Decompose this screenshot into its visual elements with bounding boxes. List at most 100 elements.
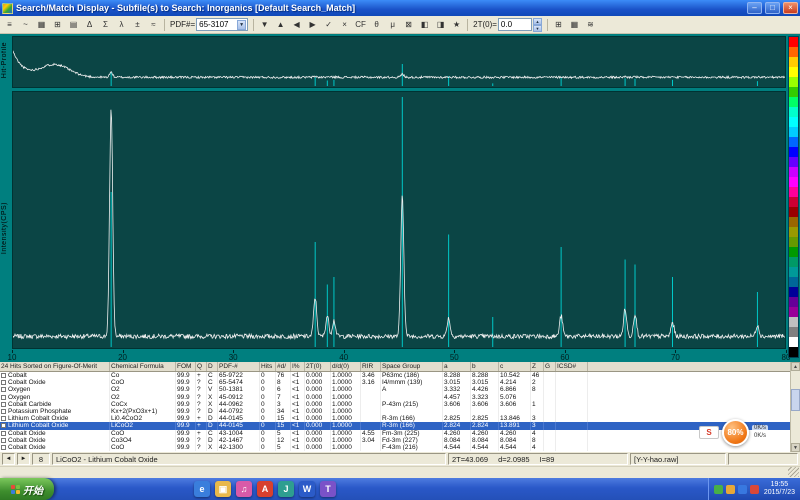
tray-icon-network[interactable] bbox=[737, 484, 747, 494]
intensity-panel[interactable] bbox=[12, 91, 786, 349]
accelerator-ball[interactable]: 80% bbox=[721, 419, 749, 446]
row-checkbox[interactable] bbox=[1, 409, 6, 415]
tray-icon-antivirus[interactable] bbox=[713, 484, 723, 494]
color-swatch[interactable] bbox=[789, 287, 798, 297]
color-swatch[interactable] bbox=[789, 167, 798, 177]
color-swatch[interactable] bbox=[789, 47, 798, 57]
close-button[interactable]: × bbox=[783, 2, 798, 14]
color-swatch[interactable] bbox=[789, 277, 798, 287]
column-header-q[interactable]: Q bbox=[196, 362, 207, 371]
table-row[interactable]: Cobalt Co 99.9 + C 65-9722 0 76 <1 0.000 1.0000 3.4… bbox=[0, 372, 790, 380]
row-checkbox[interactable] bbox=[1, 401, 6, 407]
column-header-g[interactable]: G bbox=[544, 362, 556, 371]
row-checkbox[interactable] bbox=[1, 394, 6, 400]
column-header-t0[interactable]: 2T(0) bbox=[305, 362, 331, 371]
column-header-icsd[interactable]: ICSD# bbox=[556, 362, 588, 371]
color-swatch[interactable] bbox=[789, 337, 798, 347]
color-swatch[interactable] bbox=[789, 187, 798, 197]
toolbar-offset-button[interactable]: ± bbox=[130, 17, 145, 32]
color-swatch[interactable] bbox=[789, 107, 798, 117]
toolbar-move-down-button[interactable]: ▼ bbox=[257, 17, 273, 32]
color-swatch[interactable] bbox=[789, 347, 798, 357]
color-swatch[interactable] bbox=[789, 37, 798, 47]
table-row[interactable]: Cobalt Oxide CoO 99.9? X 42-1300 0 5 <1 0.000 1.0… bbox=[0, 443, 790, 452]
toolbar-table-view-button[interactable]: ▦ bbox=[566, 17, 582, 32]
color-swatch[interactable] bbox=[789, 217, 798, 227]
toolbar-menu-button[interactable]: ≡ bbox=[2, 17, 17, 32]
table-row[interactable]: Cobalt Oxide Co3O4 99.9? D 42-1467 0 12 <1 0.000… bbox=[0, 436, 790, 444]
color-swatch[interactable] bbox=[789, 137, 798, 147]
toolbar-expand-button[interactable]: ⊞ bbox=[550, 17, 566, 32]
taskbar-icon-media[interactable]: ♫ bbox=[236, 481, 252, 497]
color-swatch[interactable] bbox=[789, 227, 798, 237]
row-checkbox[interactable] bbox=[1, 430, 6, 436]
toolbar-prev-button[interactable]: ◀ bbox=[289, 17, 305, 32]
row-checkbox[interactable] bbox=[1, 416, 6, 422]
table-row[interactable]: Potassium Phosphate Kx+2(PxO3x+1) 99.9? D 44… bbox=[0, 407, 790, 416]
toolbar-theta-button[interactable]: θ bbox=[369, 17, 385, 32]
scrollbar-track[interactable] bbox=[791, 371, 800, 443]
minimize-button[interactable]: – bbox=[747, 2, 762, 14]
color-swatch[interactable] bbox=[789, 247, 798, 257]
taskbar-icon-pdf[interactable]: A bbox=[257, 481, 273, 497]
chevron-down-icon[interactable]: ▼ bbox=[237, 19, 247, 30]
column-header-nd[interactable]: #d/ bbox=[276, 362, 291, 371]
color-swatch[interactable] bbox=[789, 147, 798, 157]
tray-icon-volume[interactable] bbox=[749, 484, 759, 494]
row-checkbox[interactable] bbox=[1, 423, 6, 429]
hit-profile-panel[interactable] bbox=[12, 36, 786, 88]
toolbar-cf-button[interactable]: CF bbox=[353, 17, 369, 32]
table-row[interactable]: Cobalt Carbide CoCx 99.9? X 44-0962 0 3 <1 0.000… bbox=[0, 400, 790, 408]
column-header-a[interactable]: a bbox=[443, 362, 471, 371]
toolbar-left-pane-button[interactable]: ◧ bbox=[417, 17, 433, 32]
tray-icon-updater[interactable] bbox=[725, 484, 735, 494]
color-swatch[interactable] bbox=[789, 317, 798, 327]
color-swatch[interactable] bbox=[789, 127, 798, 137]
toolbar-accept-button[interactable]: ✓ bbox=[321, 17, 337, 32]
toolbar-favorite-button[interactable]: ★ bbox=[449, 17, 465, 32]
table-row[interactable]: Cobalt Oxide CoO 99.9 + C 43-1004 0 5 <1 0.000 1.0… bbox=[0, 429, 790, 437]
column-header-sg[interactable]: Space Group bbox=[381, 362, 443, 371]
taskbar-icon-jade[interactable]: J bbox=[278, 481, 294, 497]
toolbar-delta-button[interactable]: Δ bbox=[82, 17, 97, 32]
toolbar-move-up-button[interactable]: ▲ bbox=[273, 17, 289, 32]
color-swatch[interactable] bbox=[789, 97, 798, 107]
spinner-down-icon[interactable]: ▼ bbox=[532, 25, 542, 32]
taskbar-icon-folder[interactable]: ▣ bbox=[215, 481, 231, 497]
column-header-ipct[interactable]: I% bbox=[291, 362, 305, 371]
color-swatch[interactable] bbox=[789, 77, 798, 87]
toolbar-overlay-button[interactable]: ▦ bbox=[34, 17, 49, 32]
toolbar-smooth-button[interactable]: ≈ bbox=[146, 17, 161, 32]
resize-grip[interactable] bbox=[788, 467, 799, 477]
row-checkbox[interactable] bbox=[1, 437, 6, 443]
column-header-rir[interactable]: RIR bbox=[361, 362, 381, 371]
toolbar-lambda-button[interactable]: λ bbox=[114, 17, 129, 32]
column-header-b[interactable]: b bbox=[471, 362, 499, 371]
color-swatch[interactable] bbox=[789, 267, 798, 277]
prev-hit-button[interactable]: ◄ bbox=[2, 453, 15, 465]
row-checkbox[interactable] bbox=[1, 444, 6, 450]
color-swatch[interactable] bbox=[789, 197, 798, 207]
color-swatch[interactable] bbox=[789, 117, 798, 127]
column-header-name[interactable]: 24 Hits Sorted on Figure-Of-Merit bbox=[0, 362, 110, 371]
row-checkbox[interactable] bbox=[1, 387, 6, 393]
toolbar-stack-view-button[interactable]: ≋ bbox=[582, 17, 598, 32]
color-swatch[interactable] bbox=[789, 57, 798, 67]
next-hit-button[interactable]: ► bbox=[17, 453, 30, 465]
table-row[interactable]: Lithium Cobalt Oxide LiCoO2 99.9 + D 44-0145 0… bbox=[0, 422, 790, 430]
toolbar-right-pane-button[interactable]: ◨ bbox=[433, 17, 449, 32]
color-swatch[interactable] bbox=[789, 177, 798, 187]
column-header-d[interactable]: D bbox=[207, 362, 218, 371]
table-row[interactable]: Lithium Cobalt Oxide Li0.4CoO2 99.9 + D 44-01… bbox=[0, 415, 790, 423]
two-theta-combo-input[interactable]: 0.0 bbox=[497, 18, 532, 31]
column-header-z[interactable]: Z bbox=[531, 362, 544, 371]
toolbar-pattern-button[interactable]: ~ bbox=[18, 17, 33, 32]
color-swatch[interactable] bbox=[789, 157, 798, 167]
color-swatch[interactable] bbox=[789, 207, 798, 217]
scrollbar-thumb[interactable] bbox=[791, 389, 800, 411]
table-scrollbar[interactable]: ▲ ▼ bbox=[790, 362, 800, 452]
start-button[interactable]: 开始 bbox=[0, 478, 54, 500]
spinner-up-icon[interactable]: ▲ bbox=[532, 18, 542, 25]
column-header-formula[interactable]: Chemical Formula bbox=[110, 362, 176, 371]
toolbar-next-button[interactable]: ▶ bbox=[305, 17, 321, 32]
